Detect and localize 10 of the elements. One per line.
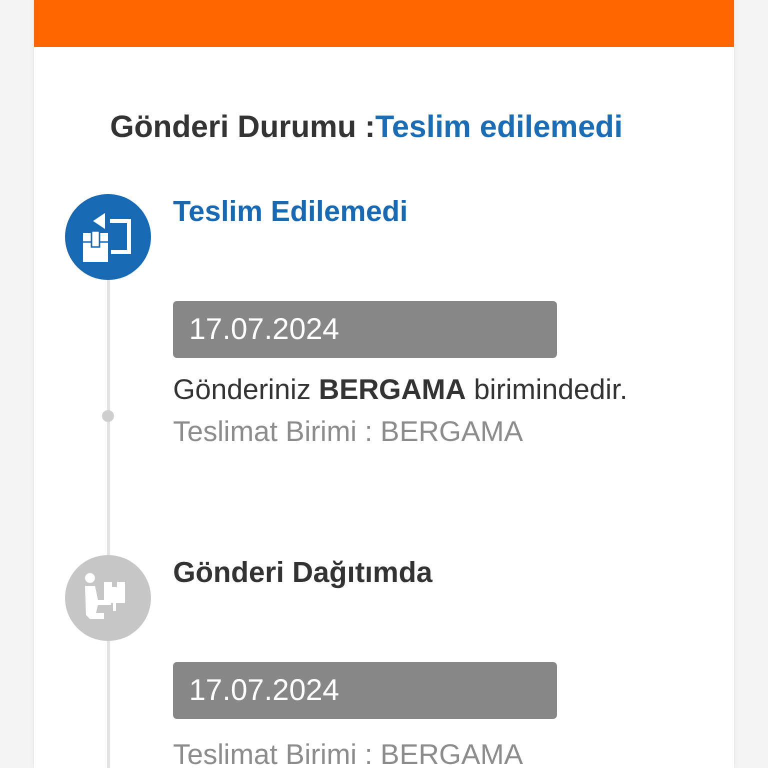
delivery-unit-text: Teslimat Birimi : BERGAMA bbox=[173, 416, 524, 448]
status-value: Teslim edilemedi bbox=[375, 109, 623, 144]
event-date: 17.07.2024 bbox=[173, 301, 557, 358]
event-description: Gönderiniz BERGAMA birimindedir. bbox=[173, 374, 628, 406]
timeline-dot-icon bbox=[102, 410, 114, 422]
event-title: Gönderi Dağıtımda bbox=[173, 556, 434, 590]
delivery-unit-text: Teslimat Birimi : BERGAMA bbox=[173, 742, 524, 768]
status-label: Gönderi Durumu : bbox=[110, 109, 376, 144]
event-date: 17.07.2024 bbox=[173, 662, 557, 719]
event-title: Teslim Edilemedi bbox=[173, 195, 409, 229]
